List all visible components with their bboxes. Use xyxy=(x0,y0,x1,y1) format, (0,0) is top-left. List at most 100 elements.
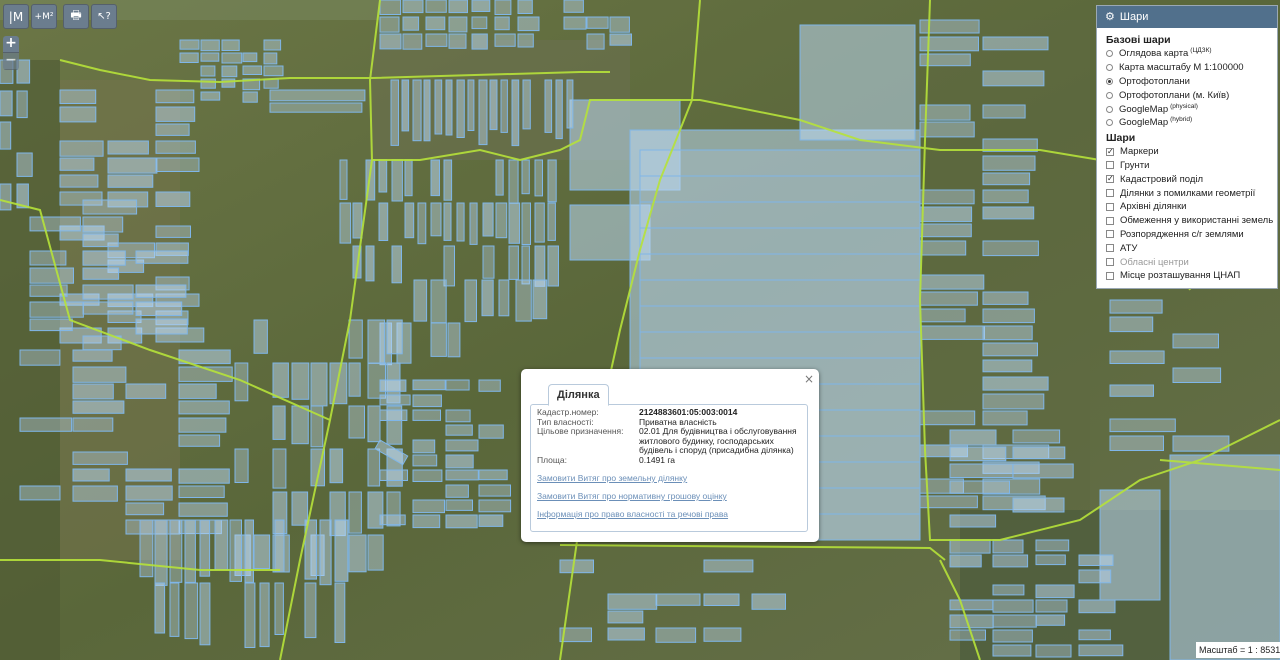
parcel-shape[interactable] xyxy=(464,279,477,323)
parcel-shape[interactable] xyxy=(982,410,1028,426)
parcel-shape[interactable] xyxy=(481,279,494,317)
parcel-shape[interactable] xyxy=(919,291,978,306)
parcel-shape[interactable] xyxy=(1035,599,1068,613)
parcel-shape[interactable] xyxy=(517,16,540,32)
parcel-shape[interactable] xyxy=(517,0,533,14)
parcel-shape[interactable] xyxy=(59,174,99,188)
parcel-shape[interactable] xyxy=(992,614,1037,628)
parcel-shape[interactable] xyxy=(352,202,363,239)
base-layer-option[interactable]: Оглядова карта (ЦДЗК) xyxy=(1106,47,1269,61)
parcel-shape[interactable] xyxy=(1035,614,1066,626)
parcel-shape[interactable] xyxy=(154,519,168,586)
parcel-shape[interactable] xyxy=(367,448,381,487)
parcel-shape[interactable] xyxy=(544,79,553,133)
parcel-shape[interactable] xyxy=(500,79,508,133)
parcel-shape[interactable] xyxy=(253,534,271,570)
parcel-shape[interactable] xyxy=(379,16,400,33)
info-cursor-button[interactable]: ↖? xyxy=(91,4,117,29)
parcel-shape[interactable] xyxy=(655,627,697,643)
parcel-shape[interactable] xyxy=(639,253,921,281)
parcel-shape[interactable] xyxy=(348,405,365,439)
parcel-shape[interactable] xyxy=(703,593,740,606)
parcel-shape[interactable] xyxy=(135,301,183,316)
parcel-shape[interactable] xyxy=(471,0,491,12)
checkbox[interactable] xyxy=(1106,258,1114,267)
parcel-shape[interactable] xyxy=(155,140,196,154)
parcel-shape[interactable] xyxy=(19,485,61,501)
parcel-shape[interactable] xyxy=(135,284,187,298)
parcel-shape[interactable] xyxy=(412,409,441,421)
parcel-shape[interactable] xyxy=(445,379,470,391)
parcel-shape[interactable] xyxy=(478,469,508,481)
parcel-shape[interactable] xyxy=(423,79,431,142)
popup-action-link[interactable]: Інформація про право власності та речові… xyxy=(537,509,801,519)
parcel-shape[interactable] xyxy=(494,33,516,47)
parcel-shape[interactable] xyxy=(534,202,545,243)
parcel-shape[interactable] xyxy=(263,65,284,77)
parcel-shape[interactable] xyxy=(982,291,1029,305)
parcel-shape[interactable] xyxy=(339,202,352,244)
parcel-shape[interactable] xyxy=(29,250,67,266)
checkbox[interactable] xyxy=(1106,216,1114,225)
parcel-shape[interactable] xyxy=(495,202,508,239)
parcel-shape[interactable] xyxy=(329,448,344,484)
parcel-shape[interactable] xyxy=(291,405,309,445)
parcel-shape[interactable] xyxy=(982,393,1045,410)
parcel-shape[interactable] xyxy=(72,349,113,362)
parcel-shape[interactable] xyxy=(365,245,375,282)
parcel-shape[interactable] xyxy=(949,480,1010,494)
parcel-shape[interactable] xyxy=(703,559,754,573)
parcel-shape[interactable] xyxy=(445,499,473,511)
parcel-shape[interactable] xyxy=(456,79,465,138)
parcel-shape[interactable] xyxy=(391,245,402,284)
parcel-shape[interactable] xyxy=(59,89,97,104)
parcel-shape[interactable] xyxy=(379,33,402,50)
checkbox[interactable] xyxy=(1106,230,1114,239)
overlay-layer-option[interactable]: ✓ Кадастровий поділ xyxy=(1106,172,1269,186)
parcel-shape[interactable] xyxy=(471,16,488,30)
parcel-shape[interactable] xyxy=(386,319,403,355)
zoom-out-button[interactable]: − xyxy=(3,53,19,70)
parcel-shape[interactable] xyxy=(511,79,520,147)
parcel-shape[interactable] xyxy=(178,400,230,415)
parcel-shape[interactable] xyxy=(72,417,114,432)
parcel-shape[interactable] xyxy=(919,240,967,256)
parcel-shape[interactable] xyxy=(125,485,173,501)
parcel-shape[interactable] xyxy=(72,485,118,502)
parcel-shape[interactable] xyxy=(402,33,423,50)
parcel-shape[interactable] xyxy=(291,362,310,400)
parcel-shape[interactable] xyxy=(412,439,436,454)
parcel-shape[interactable] xyxy=(478,379,501,392)
parcel-shape[interactable] xyxy=(402,0,424,14)
parcel-shape[interactable] xyxy=(919,274,985,290)
parcel-shape[interactable] xyxy=(919,121,975,138)
parcel-shape[interactable] xyxy=(469,202,478,245)
parcel-shape[interactable] xyxy=(348,491,362,534)
parcel-shape[interactable] xyxy=(221,52,243,64)
parcel-shape[interactable] xyxy=(139,519,154,578)
parcel-shape[interactable] xyxy=(178,485,225,498)
parcel-shape[interactable] xyxy=(82,301,134,315)
parcel-shape[interactable] xyxy=(443,202,452,241)
parcel-shape[interactable] xyxy=(402,16,420,31)
base-layer-option[interactable]: Ортофотоплани xyxy=(1106,75,1269,89)
parcel-shape[interactable] xyxy=(200,78,216,89)
parcel-shape[interactable] xyxy=(445,79,453,136)
parcel-shape[interactable] xyxy=(135,318,188,335)
parcel-shape[interactable] xyxy=(478,484,511,497)
parcel-shape[interactable] xyxy=(655,593,701,606)
parcel-shape[interactable] xyxy=(107,174,154,188)
parcel-shape[interactable] xyxy=(154,582,166,634)
parcel-shape[interactable] xyxy=(478,514,504,527)
parcel-shape[interactable] xyxy=(430,159,440,197)
parcel-shape[interactable] xyxy=(155,225,191,238)
parcel-shape[interactable] xyxy=(169,519,183,583)
parcel-shape[interactable] xyxy=(334,519,349,582)
parcel-shape[interactable] xyxy=(430,279,447,324)
popup-close-button[interactable]: × xyxy=(804,372,814,386)
measure-area-button[interactable]: +M² xyxy=(31,4,57,29)
parcel-shape[interactable] xyxy=(178,383,217,399)
parcel-shape[interactable] xyxy=(178,417,227,433)
parcel-shape[interactable] xyxy=(269,89,366,102)
parcel-shape[interactable] xyxy=(125,468,172,482)
